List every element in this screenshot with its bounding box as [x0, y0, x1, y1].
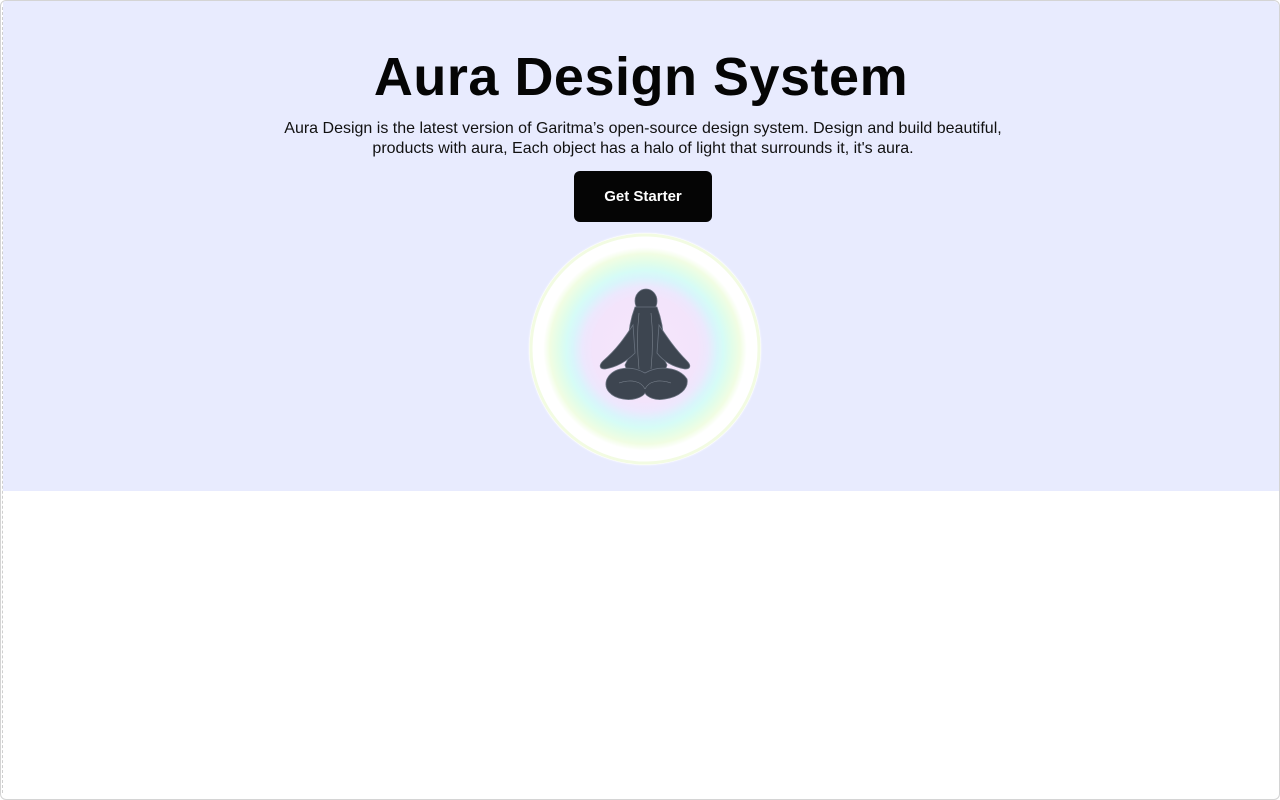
hero-description: Aura Design is the latest version of Gar… — [284, 120, 1002, 157]
meditating-figure-icon — [529, 233, 761, 465]
hero-section: Aura Design System Aura Design is the la… — [3, 1, 1279, 491]
get-starter-button[interactable]: Get Starter — [574, 171, 712, 222]
page-title: Aura Design System — [373, 47, 909, 107]
app-window: Aura Design System Aura Design is the la… — [0, 0, 1280, 800]
aura-illustration — [529, 233, 761, 465]
